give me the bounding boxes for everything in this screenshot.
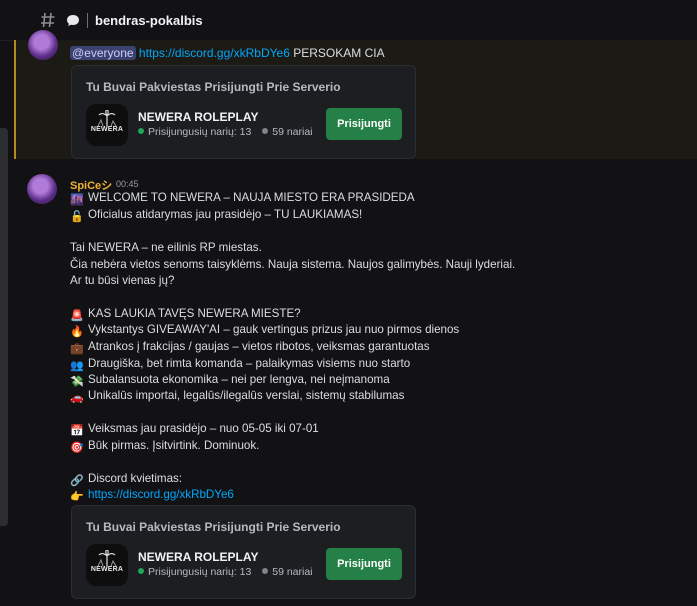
online-count: Prisijungusių narių: 13 xyxy=(148,566,252,578)
channel-name: bendras-pokalbis xyxy=(95,13,203,28)
message-text: Unikalūs importai, legalūs/ilegalūs vers… xyxy=(88,389,405,402)
server-invite-card: Tu Buvai Pakviestas Prisijungti Prie Ser… xyxy=(71,65,416,159)
message-text: Tai NEWERA – ne eilinis RP miestas. xyxy=(70,241,262,254)
server-stats: Prisijungusių narių: 13 59 nariai xyxy=(138,126,313,138)
invite-link[interactable]: https://discord.gg/xkRbDYe6 xyxy=(139,46,290,60)
avatar[interactable] xyxy=(28,30,58,60)
timestamp: 00:45 xyxy=(116,179,139,189)
scrollbar-thumb[interactable] xyxy=(0,128,8,526)
invite-title: Tu Buvai Pakviestas Prisijungti Prie Ser… xyxy=(86,80,341,94)
emoji-icon: 🎯 xyxy=(70,442,84,454)
server-name[interactable]: NEWERA ROLEPLAY xyxy=(138,550,258,564)
threads-icon[interactable] xyxy=(40,11,56,29)
emoji-icon: 🚗 xyxy=(70,392,84,404)
emoji-icon: 🔓 xyxy=(70,211,84,223)
message-line: 👉 https://discord.gg/xkRbDYe6 xyxy=(70,487,234,503)
message-line: 🚗 Unikalūs importai, legalūs/ilegalūs ver… xyxy=(70,388,404,404)
chat-bubble-icon xyxy=(67,15,79,26)
message-line: 🚨 KAS LAUKIA TAVĘS NEWERA MIESTE? xyxy=(70,306,301,322)
emoji-icon: 💸 xyxy=(70,376,84,388)
emoji-icon: 🚨 xyxy=(70,310,84,322)
message-line: 🔓 Oficialus atidarymas jau prasidėjo – TU… xyxy=(70,207,362,223)
emoji-icon: 💼 xyxy=(70,343,84,355)
invite-title: Tu Buvai Pakviestas Prisijungti Prie Ser… xyxy=(86,520,341,534)
server-icon[interactable]: NEWERA xyxy=(86,544,128,586)
message-text: Draugiška, bet rimta komanda – palaikyma… xyxy=(88,357,411,370)
emoji-icon: 👥 xyxy=(70,360,84,372)
message-text: Vykstantys GIVEAWAY'AI – gauk vertingus … xyxy=(88,323,460,336)
online-dot xyxy=(138,128,144,134)
message-text: Subalansuota ekonomika – nei per lengva,… xyxy=(88,373,390,386)
everyone-mention[interactable]: @everyone xyxy=(70,46,136,60)
palm-tree-icon xyxy=(97,110,117,126)
message-text: Atrankos į frakcijas / gaujas – vietos r… xyxy=(88,340,430,353)
message-text: Ar tu būsi vienas jų? xyxy=(70,274,175,287)
message-text: PERSOKAM CIA xyxy=(293,46,385,60)
message-line: 🔥 Vykstantys GIVEAWAY'AI – gauk vertingus… xyxy=(70,322,459,338)
server-logo-text: NEWERA xyxy=(90,566,124,573)
member-count: 59 nariai xyxy=(272,126,313,138)
members-dot xyxy=(262,128,269,134)
message-line: 🌆 WELCOME TO NEWERA – NAUJA MIESTO ERA PR… xyxy=(70,190,415,206)
server-stats: Prisijungusių narių: 13 59 nariai xyxy=(138,566,313,578)
server-name[interactable]: NEWERA ROLEPLAY xyxy=(138,110,258,124)
header-divider xyxy=(87,13,88,28)
emoji-icon: 👉 xyxy=(70,491,84,503)
message-text: KAS LAUKIA TAVĘS NEWERA MIESTE? xyxy=(88,307,301,320)
message-line: Čia nebėra vietos senoms taisyklėms. Nau… xyxy=(70,257,515,273)
online-count: Prisijungusių narių: 13 xyxy=(148,126,252,138)
message-line: 💸 Subalansuota ekonomika – nei per lengva… xyxy=(70,372,390,388)
channel-header: bendras-pokalbis xyxy=(0,0,697,41)
message-text: Veiksmas jau prasidėjo – nuo 05-05 iki 0… xyxy=(88,422,319,435)
message-text: Discord kvietimas: xyxy=(88,472,183,485)
join-button[interactable]: Prisijungti xyxy=(326,108,402,140)
members-dot xyxy=(262,568,269,574)
online-dot xyxy=(138,568,144,574)
message-content: @everyone https://discord.gg/xkRbDYe6 PE… xyxy=(70,46,385,60)
message-line: Ar tu būsi vienas jų? xyxy=(70,273,174,289)
palm-tree-icon xyxy=(97,550,117,566)
message-text: WELCOME TO NEWERA – NAUJA MIESTO ERA PRA… xyxy=(88,191,415,204)
server-logo-text: NEWERA xyxy=(90,126,124,133)
message-line: 🔗 Discord kvietimas: xyxy=(70,471,182,487)
message-line: 🎯 Būk pirmas. Įsitvirtink. Dominuok. xyxy=(70,438,259,454)
join-button[interactable]: Prisijungti xyxy=(326,548,402,580)
emoji-icon: 📅 xyxy=(70,425,84,437)
message-line: 👥 Draugiška, bet rimta komanda – palaikym… xyxy=(70,356,410,372)
message-line: 📅 Veiksmas jau prasidėjo – nuo 05-05 iki … xyxy=(70,421,319,437)
message-line: 💼 Atrankos į frakcijas / gaujas – vietos … xyxy=(70,339,430,355)
message-text: Čia nebėra vietos senoms taisyklėms. Nau… xyxy=(70,258,516,271)
member-count: 59 nariai xyxy=(272,566,313,578)
message-text: Būk pirmas. Įsitvirtink. Dominuok. xyxy=(88,439,260,452)
emoji-icon: 🔗 xyxy=(70,475,84,487)
server-icon[interactable]: NEWERA xyxy=(86,104,128,146)
message-text: Oficialus atidarymas jau prasidėjo – TU … xyxy=(88,208,363,221)
emoji-icon: 🔥 xyxy=(70,326,84,338)
invite-link[interactable]: https://discord.gg/xkRbDYe6 xyxy=(88,488,234,501)
server-invite-card: Tu Buvai Pakviestas Prisijungti Prie Ser… xyxy=(71,505,416,599)
avatar[interactable] xyxy=(27,174,57,204)
message-line: Tai NEWERA – ne eilinis RP miestas. xyxy=(70,240,262,256)
emoji-icon: 🌆 xyxy=(70,194,84,206)
